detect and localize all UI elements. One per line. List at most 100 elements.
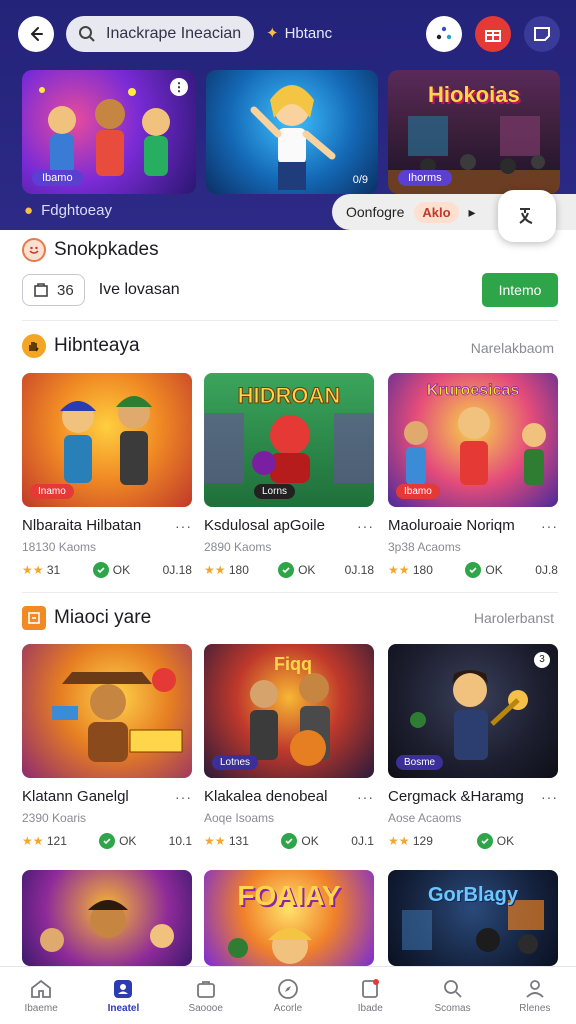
banner-card[interactable]: ⋮ Ibamo <box>22 70 196 194</box>
svg-text:HIDROAN: HIDROAN <box>238 383 341 408</box>
nav-label: Ibade <box>357 1003 383 1014</box>
card-number: 0J.18 <box>344 563 374 577</box>
card-subtitle: 3p38 Acaoms <box>388 540 461 554</box>
section2-title: Miaoci yare <box>22 606 151 630</box>
nav-item-home[interactable]: Ibaeme <box>0 967 82 1024</box>
star-icon: ★★ <box>22 834 44 848</box>
filter-badge: Aklo <box>414 201 459 223</box>
profile-card-icon <box>114 980 133 998</box>
card-title: Klakalea denobeal <box>204 788 328 805</box>
translate-icon <box>519 208 533 224</box>
game-card[interactable]: Fiqq Lotnes Klakalea denobeal ··· Aoqe Is… <box>204 644 374 849</box>
nav-item-alerts[interactable]: Ibade <box>329 967 411 1024</box>
card-rating: ★★ 180 <box>388 563 433 577</box>
more-icon[interactable]: ··· <box>357 789 374 805</box>
check-icon <box>278 562 295 578</box>
user-label: Hbtanc <box>284 24 333 42</box>
card-title: Maoluroaie Noriqm <box>388 517 515 534</box>
translate-fab[interactable] <box>498 190 556 242</box>
section2-more-link[interactable]: Harolerbanst <box>474 610 554 626</box>
back-button[interactable] <box>18 16 54 52</box>
search-placeholder: Inackrape Ineacian <box>106 25 242 42</box>
star-icon: ★★ <box>204 834 226 848</box>
svg-text:Kruroesicas: Kruroesicas <box>427 382 520 399</box>
card-subtitle: 2390 Koaris <box>22 811 87 825</box>
nav-item-bag[interactable]: Saoooe <box>165 967 247 1024</box>
nav-item-search[interactable]: Scomas <box>411 967 493 1024</box>
grid-dots-button[interactable] <box>426 16 462 52</box>
game-thumbnail: Inamo <box>22 373 192 507</box>
more-icon[interactable]: ··· <box>541 518 558 534</box>
game-thumbnail <box>22 870 192 966</box>
check-icon <box>99 833 116 849</box>
bottom-nav: Ibaeme Ineatel Saoooe Acorle Ibade Scoma… <box>0 966 576 1024</box>
game-card[interactable] <box>22 870 192 966</box>
banner-card[interactable]: Hiokoias Ihorms <box>388 70 560 194</box>
grid-dots-icon <box>436 26 452 40</box>
compass-icon <box>278 979 298 999</box>
game-card[interactable]: Kruroesicas Ibamo Maoluroaie Noriqm ··· 3… <box>388 373 558 578</box>
info-row: 36 Ive lovasan <box>22 274 180 306</box>
smile-icon <box>22 238 46 262</box>
user-glyph-icon: ✦ <box>266 25 279 42</box>
card-number: 0J.1 <box>351 834 374 848</box>
card-tag: Ibamo <box>396 484 440 499</box>
gift-button[interactable] <box>475 16 511 52</box>
banner-card[interactable]: 0/9 <box>206 70 378 194</box>
game-card[interactable]: GorBlagy <box>388 870 558 966</box>
person-icon <box>526 980 544 998</box>
nav-label: Rlenes <box>519 1003 551 1014</box>
section1-label: Hibnteaya <box>54 335 140 356</box>
card-status: OK <box>99 833 136 849</box>
game-card[interactable]: Inamo Nlbaraita Hilbatan ··· 18130 Kaoms … <box>22 373 192 578</box>
notifications-button[interactable] <box>524 16 560 52</box>
card-rating: ★★ 129 <box>388 834 433 848</box>
card-tag: Inamo <box>30 484 74 499</box>
card-number: 0J.18 <box>162 563 192 577</box>
more-icon[interactable]: ··· <box>357 518 374 534</box>
game-card[interactable]: HIDROAN Lorns Ksdulosal apGoile ··· 2890 … <box>204 373 374 578</box>
card-status: OK <box>281 833 319 849</box>
star-icon: ★★ <box>388 563 410 577</box>
nav-item-active[interactable]: Ineatel <box>82 967 164 1024</box>
card-title: Cergmack &Haramg <box>388 788 524 805</box>
nav-item-profile[interactable]: Rlenes <box>494 967 576 1024</box>
nav-label: Ibaeme <box>24 1003 58 1014</box>
nav-label: Acorle <box>273 1003 303 1014</box>
card-status: OK <box>92 562 130 578</box>
snack-section-title: Snokpkades <box>22 238 159 262</box>
card-tag: Bosme <box>396 755 444 770</box>
nav-label: Ineatel <box>107 1003 140 1014</box>
arrow-left-icon <box>30 27 43 41</box>
top-bar: Inackrape Ineacian ✦ Hbtanc <box>0 0 576 68</box>
game-card[interactable]: FOAIAY <box>204 870 374 966</box>
more-icon[interactable]: ··· <box>175 789 192 805</box>
game-thumbnail: GorBlagy <box>388 870 558 966</box>
snack-section-label: Snokpkades <box>54 239 159 260</box>
card-number: 10.1 <box>168 834 192 848</box>
banner-menu-icon[interactable]: ⋮ <box>170 78 188 96</box>
game-thumbnail: FOAIAY <box>204 870 374 966</box>
nav-item-explore[interactable]: Acorle <box>247 967 329 1024</box>
banner-title: Hiokoias <box>428 82 520 107</box>
section1-more-link[interactable]: Narelakbaom <box>471 340 554 356</box>
primary-action-button[interactable]: Intemo <box>482 273 558 307</box>
search-input[interactable]: Inackrape Ineacian <box>66 16 254 52</box>
game-card[interactable]: Bosme 3 Cergmack &Haramg ··· Aose Acaoms … <box>388 644 558 849</box>
star-icon: ★★ <box>22 563 44 577</box>
more-icon[interactable]: ··· <box>175 518 192 534</box>
banner-carousel[interactable]: ⋮ Ibamo 0/9 Hiokoias Ihorms <box>0 70 576 194</box>
user-chip[interactable]: ✦ Hbtanc <box>266 24 333 43</box>
flame-icon: ● <box>24 202 34 219</box>
game-thumbnail: Fiqq Lotnes <box>204 644 374 778</box>
search-icon <box>78 25 100 43</box>
more-icon[interactable]: ··· <box>541 789 558 805</box>
svg-text:Fiqq: Fiqq <box>274 654 312 674</box>
game-thumbnail <box>22 644 192 778</box>
divider <box>22 592 558 593</box>
count-chip[interactable]: 36 <box>22 274 85 306</box>
header: Inackrape Ineacian ✦ Hbtanc ⋮ Ibamo 0/9 … <box>0 0 576 242</box>
game-card[interactable]: Klatann Ganelgl ··· 2390 Koaris ★★ 121 OK… <box>22 644 192 849</box>
bolt-square-icon <box>22 606 46 630</box>
game-thumbnail: Bosme 3 <box>388 644 558 778</box>
